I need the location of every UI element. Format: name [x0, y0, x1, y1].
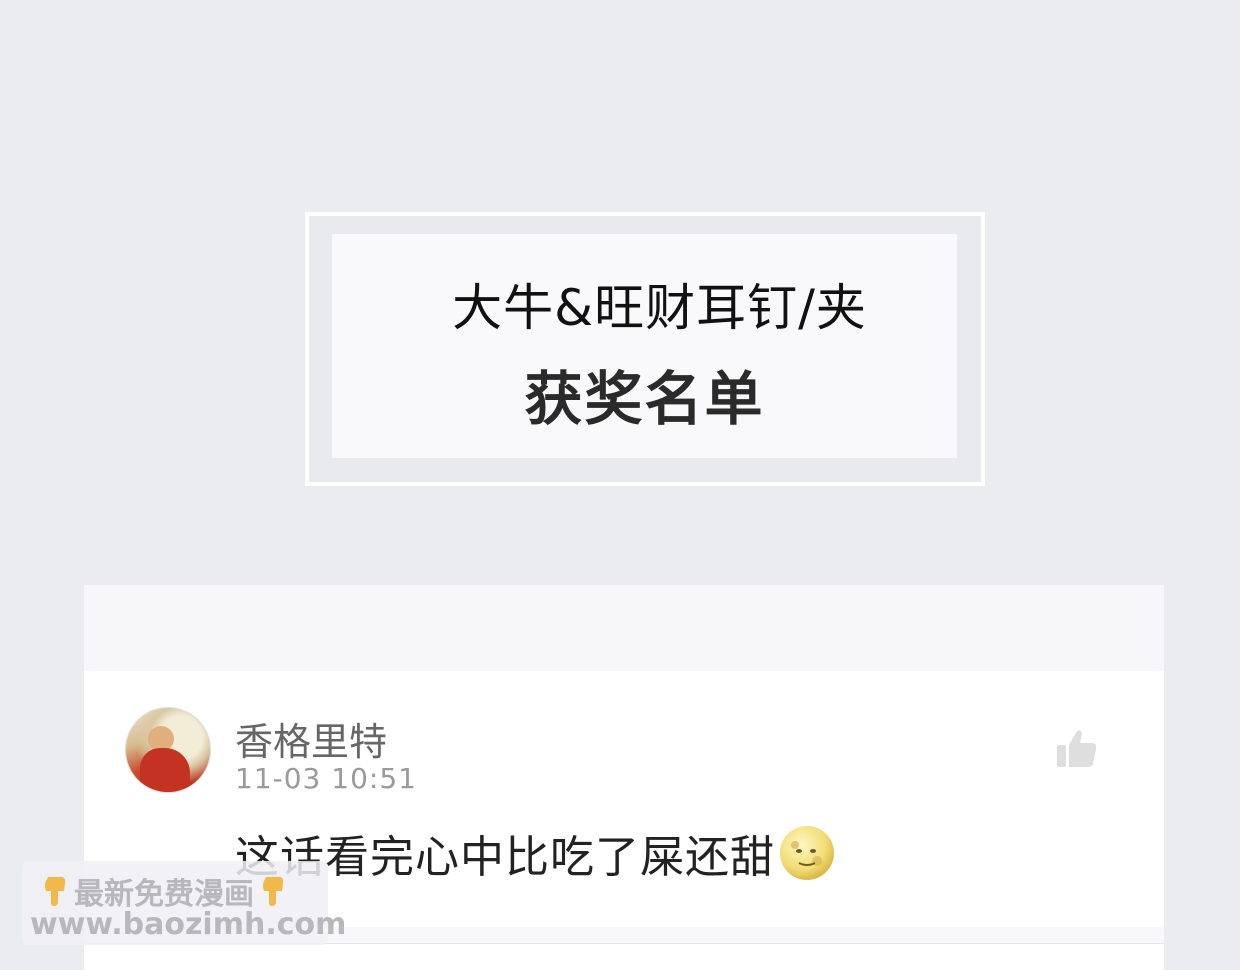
pointing-down-icon	[263, 877, 284, 906]
comment-username[interactable]: 香格里特	[235, 711, 387, 766]
banner-title: 大牛&旺财耳钉/夹	[452, 279, 867, 337]
comment-timestamp: 11-03 10:51	[235, 762, 417, 795]
full-moon-face-icon	[780, 826, 834, 880]
card-header-space	[84, 585, 1164, 671]
watermark-url: www.baozimh.com	[30, 907, 347, 942]
banner-subtitle: 获奖名单	[524, 365, 765, 433]
card-divider	[84, 943, 1164, 970]
avatar-body	[140, 748, 190, 792]
banner: 大牛&旺财耳钉/夹 获奖名单	[332, 234, 957, 458]
avatar[interactable]	[125, 707, 211, 793]
pointing-down-icon	[45, 877, 66, 906]
watermark: 最新免费漫画 www.baozimh.com	[22, 861, 346, 945]
thumbs-up-icon[interactable]	[1055, 727, 1099, 771]
